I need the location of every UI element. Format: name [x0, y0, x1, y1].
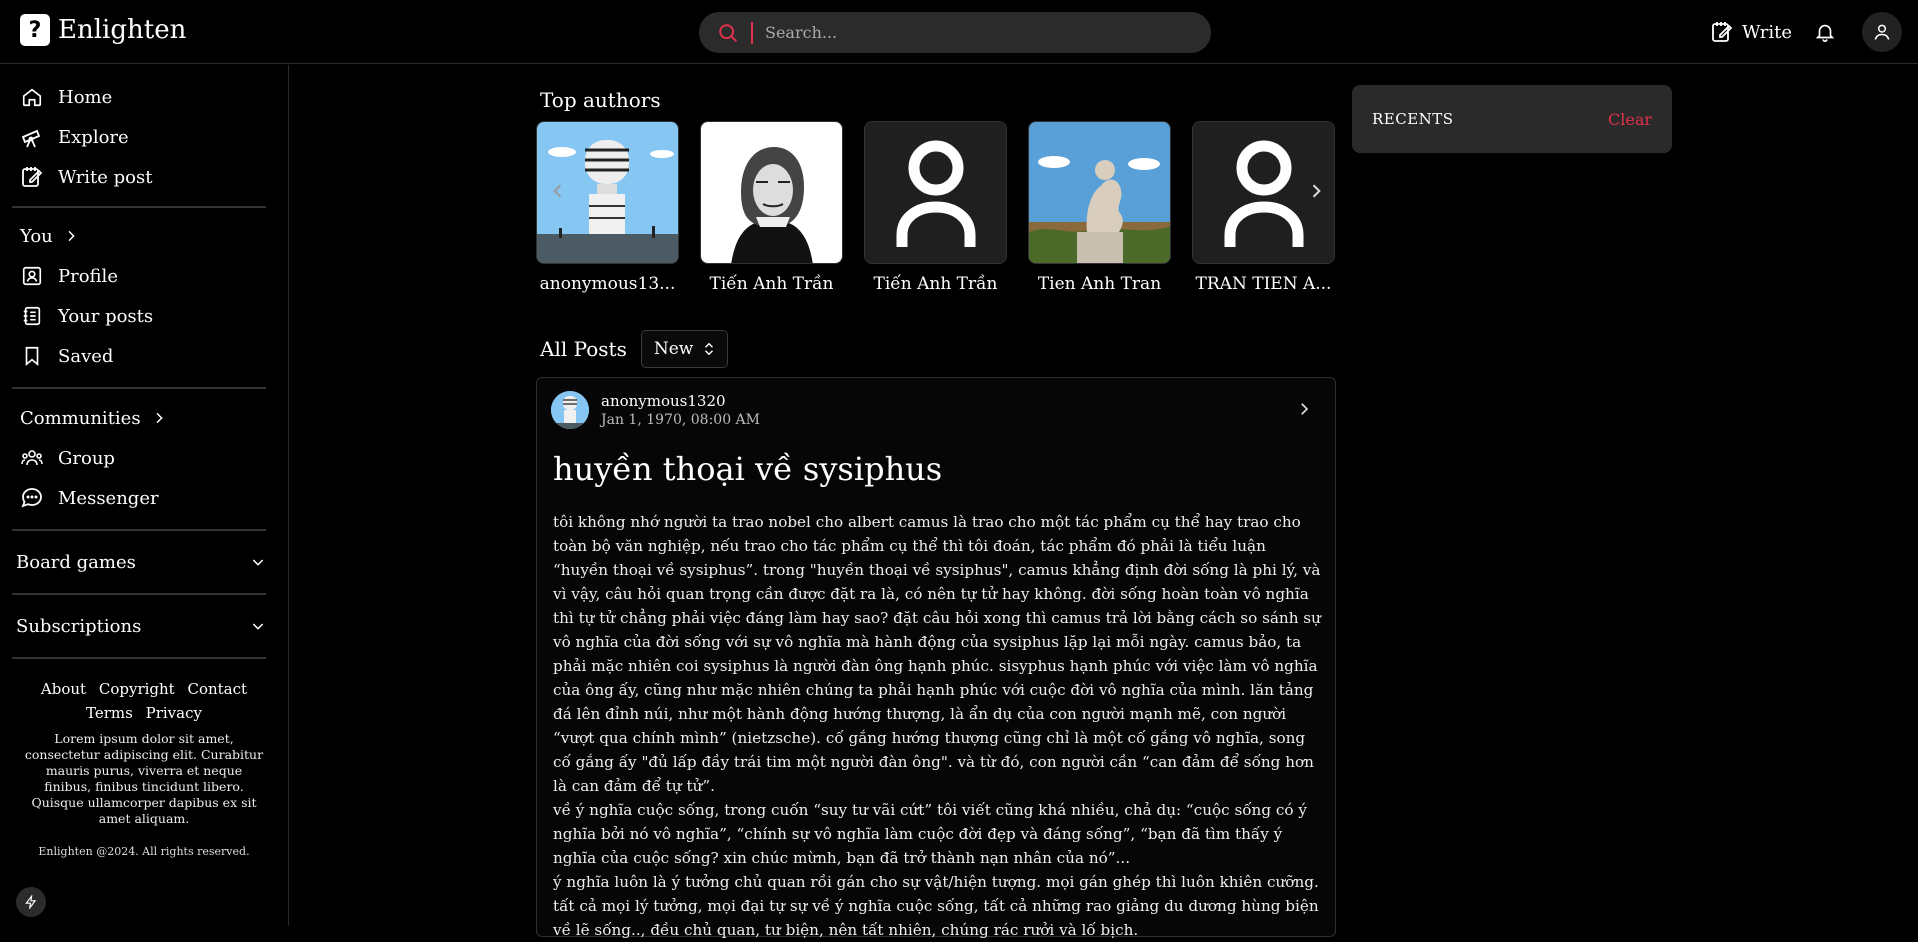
recents-panel: RECENTS Clear [1352, 85, 1672, 153]
quick-action-button[interactable] [16, 887, 46, 917]
bell-icon[interactable] [1814, 21, 1836, 43]
bookmark-icon [25, 346, 39, 367]
sidebar-item-label: Explore [58, 126, 129, 148]
sidebar-item-label: Messenger [58, 487, 159, 509]
sidebar-item-label: Saved [58, 345, 114, 367]
top-authors-title: Top authors [540, 88, 661, 112]
bolt-icon [25, 895, 37, 909]
sidebar-item-explore[interactable]: Explore [0, 117, 288, 157]
communities-label: Communities [20, 407, 141, 429]
sidebar-item-label: Write post [58, 166, 153, 188]
profile-icon [22, 266, 42, 286]
communities-section-header[interactable]: Communities [0, 398, 288, 438]
subscriptions-toggle[interactable]: Subscriptions [0, 595, 288, 657]
footer-link-copyright[interactable]: Copyright [99, 680, 175, 698]
post-paragraph: về ý nghĩa cuộc sống, trong cuốn “suy tư… [553, 801, 1307, 867]
sidebar-item-saved[interactable]: Saved [0, 336, 288, 376]
post-author-avatar[interactable] [551, 391, 589, 429]
author-name: Tiến Anh Trần [873, 274, 998, 294]
sidebar-item-label: Profile [58, 265, 118, 287]
clear-recents-button[interactable]: Clear [1608, 110, 1652, 129]
search-caret [751, 21, 753, 44]
sidebar-item-group[interactable]: Group [0, 438, 288, 478]
recents-label: RECENTS [1372, 110, 1454, 128]
author-avatar [1028, 121, 1171, 264]
user-icon [1874, 24, 1890, 40]
author-card[interactable]: Tien Anh Tran [1028, 121, 1171, 294]
search-input[interactable] [765, 23, 1165, 42]
chevron-right-icon [68, 230, 75, 242]
footer-link-privacy[interactable]: Privacy [146, 704, 202, 722]
post-card[interactable]: anonymous1320 Jan 1, 1970, 08:00 AM huyề… [536, 377, 1336, 939]
sort-value: New [653, 339, 694, 359]
chat-icon [21, 488, 42, 508]
carousel-prev-icon[interactable] [548, 181, 568, 201]
top-authors-carousel: anonymous13... Tiến Anh Trần Tiến Anh Tr… [536, 121, 1336, 294]
post-author-name[interactable]: anonymous1320 [601, 392, 726, 410]
logo[interactable]: ? Enlighten [20, 14, 186, 46]
chevron-up-down-icon [705, 342, 714, 356]
sidebar-item-messenger[interactable]: Messenger [0, 478, 288, 518]
write-label: Write [1742, 21, 1792, 43]
top-header: ? Enlighten Write [0, 0, 1918, 64]
app-name: Enlighten [58, 15, 187, 45]
post-paragraph: tôi không nhớ người ta trao nobel cho al… [553, 513, 1321, 795]
author-name: Tiến Anh Trần [709, 274, 834, 294]
write-icon [1712, 22, 1733, 42]
post-paragraph: ý nghĩa luôn là ý tưởng chủ quan rồi gán… [553, 873, 1319, 939]
telescope-icon [21, 129, 41, 148]
write-button[interactable]: Write [1710, 20, 1792, 44]
group-icon [21, 450, 43, 466]
author-name: anonymous13... [539, 274, 676, 294]
post-title[interactable]: huyền thoại về sysiphus [553, 450, 942, 488]
you-label: You [20, 225, 53, 247]
footer-link-about[interactable]: About [41, 680, 86, 698]
footer-link-terms[interactable]: Terms [86, 704, 133, 722]
chevron-right-icon [156, 412, 163, 424]
home-icon [22, 88, 42, 107]
sidebar-item-label: Home [58, 86, 113, 108]
author-card[interactable]: TRAN TIEN A... [1192, 121, 1335, 294]
write-icon [22, 167, 43, 187]
board-games-toggle[interactable]: Board games [0, 531, 288, 593]
post-body: tôi không nhớ người ta trao nobel cho al… [553, 510, 1323, 942]
subscriptions-label: Subscriptions [16, 615, 142, 637]
all-posts-title: All Posts [540, 337, 627, 361]
author-card[interactable]: anonymous13... [536, 121, 679, 294]
search-bar[interactable] [699, 12, 1211, 53]
author-avatar [864, 121, 1007, 264]
sidebar-item-profile[interactable]: Profile [0, 256, 288, 296]
sidebar-item-label: Your posts [58, 305, 154, 327]
carousel-next-icon[interactable] [1306, 181, 1326, 201]
user-menu-button[interactable] [1862, 12, 1902, 52]
footer-copyright: Enlighten @2024. All rights reserved. [38, 845, 250, 858]
footer-description: Lorem ipsum dolor sit amet, consectetur … [24, 731, 264, 826]
sidebar-item-your-posts[interactable]: Your posts [0, 296, 288, 336]
search-icon [719, 23, 737, 42]
sidebar-item-label: Group [58, 447, 115, 469]
author-card[interactable]: Tiến Anh Trần [864, 121, 1007, 294]
chevron-right-icon[interactable] [1295, 400, 1313, 418]
logo-icon: ? [20, 14, 50, 46]
author-name: TRAN TIEN A... [1195, 274, 1332, 294]
post-date: Jan 1, 1970, 08:00 AM [601, 412, 761, 428]
footer-link-contact[interactable]: Contact [187, 680, 247, 698]
notebook-icon [23, 306, 41, 326]
sidebar-item-write-post[interactable]: Write post [0, 157, 288, 197]
sidebar: Home Explore Write post You Profile Your… [0, 65, 289, 926]
footer-links: About Copyright Contact Terms Privacy [0, 677, 288, 725]
author-card[interactable]: Tiến Anh Trần [700, 121, 843, 294]
divider [12, 657, 266, 659]
chevron-down-icon [252, 559, 264, 566]
you-section-header[interactable]: You [0, 216, 288, 256]
sort-select[interactable]: New [640, 330, 729, 368]
sidebar-item-home[interactable]: Home [0, 77, 288, 117]
chevron-down-icon [252, 623, 264, 630]
board-games-label: Board games [16, 551, 136, 573]
author-avatar [700, 121, 843, 264]
author-name: Tien Anh Tran [1037, 274, 1162, 294]
all-posts-header: All Posts New [540, 330, 729, 368]
